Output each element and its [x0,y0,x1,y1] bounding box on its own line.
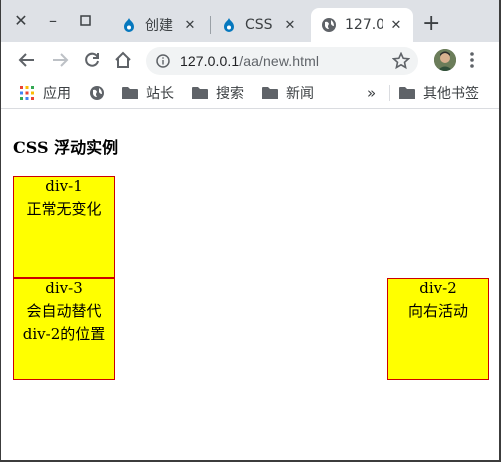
address-bar[interactable]: 127.0.0.1/aa/new.html [146,47,418,75]
url-path: /aa/new.html [239,53,320,69]
bookmark-folder-news[interactable]: 新闻 [262,83,314,103]
info-icon[interactable] [156,54,170,68]
box-text: 会自动替代 [26,302,102,320]
bookmark-folder-search[interactable]: 搜索 [192,83,244,103]
div-3-box: div-3 会自动替代 div-2的位置 [13,278,115,380]
globe-icon [89,85,105,101]
plus-icon: + [422,11,441,36]
page-content: CSS 浮动实例 div-1 正常无变化 div-3 会自动替代 div-2的位… [1,109,499,460]
reload-icon [85,52,99,67]
maximize-icon [79,14,91,26]
toolbar: 127.0.0.1/aa/new.html [1,42,499,78]
drupal-icon [121,17,137,33]
profile-avatar[interactable] [434,49,456,71]
tab-title: 127.0 [345,17,383,33]
close-icon: ✕ [14,10,28,30]
tab-close-icon[interactable]: ✕ [283,18,297,33]
tab-close-icon[interactable]: ✕ [183,18,197,33]
tab-3-active[interactable]: 127.0 ✕ [311,8,413,42]
box-text-2: div-2的位置 [22,325,106,343]
bookmark-apps[interactable]: 应用 [19,83,71,103]
home-button[interactable] [112,49,134,71]
back-arrow-icon [18,53,34,67]
menu-icon[interactable] [469,51,475,69]
drupal-icon [221,17,237,33]
minimize-icon: – [49,10,57,30]
box-name: div-3 [45,279,83,297]
window-maximize-button[interactable] [69,6,101,34]
apps-grid-icon [19,85,35,101]
bookmark-other[interactable]: 其他书签 [399,83,479,103]
url-text: 127.0.0.1/aa/new.html [180,53,319,69]
new-tab-button[interactable]: + [422,12,440,36]
bookmark-label: 应用 [43,86,71,102]
box-name: div-2 [419,279,457,297]
bookmark-label: 站长 [146,86,174,102]
bookmark-globe[interactable] [89,83,113,103]
folder-icon [399,85,415,101]
bookmarks-divider [389,85,390,101]
bookmarks-bar: 应用 站长 搜索 新闻 » 其他书签 [1,78,499,109]
page-heading: CSS 浮动实例 [13,138,119,157]
box-text: 正常无变化 [26,200,102,218]
back-button[interactable] [16,49,38,71]
url-host: 127.0.0.1 [180,53,240,69]
folder-icon [192,85,208,101]
forward-arrow-icon [53,53,69,67]
box-name: div-1 [45,177,83,195]
forward-button[interactable] [49,49,71,71]
tab-close-icon[interactable]: ✕ [389,18,403,33]
div-1-box: div-1 正常无变化 [13,176,115,278]
tab-2[interactable]: CSS ✕ [211,8,309,42]
browser-window: ✕ – 创建 ✕ CSS ✕ 127.0 ✕ + 127.0.0.1/aa/ne… [1,0,499,460]
window-minimize-button[interactable]: – [37,6,69,34]
bookmark-label: 新闻 [286,86,314,102]
window-close-button[interactable]: ✕ [5,6,37,34]
box-text: 向右活动 [407,302,468,320]
reload-button[interactable] [81,49,103,71]
tab-1[interactable]: 创建 ✕ [111,8,209,42]
folder-icon [122,85,138,101]
tab-title: 创建 [145,18,173,34]
bookmark-star-icon[interactable] [391,51,411,70]
globe-icon [321,17,337,33]
bookmarks-overflow-button[interactable]: » [367,84,376,102]
tab-title: CSS [245,17,273,33]
bookmark-label: 其他书签 [423,86,479,102]
home-icon [115,51,131,68]
bookmark-folder-zhanzhang[interactable]: 站长 [122,83,174,103]
folder-icon [262,85,278,101]
bookmark-label: 搜索 [216,86,244,102]
div-2-box: div-2 向右活动 [387,278,489,380]
tab-strip: ✕ – 创建 ✕ CSS ✕ 127.0 ✕ + [1,0,499,42]
